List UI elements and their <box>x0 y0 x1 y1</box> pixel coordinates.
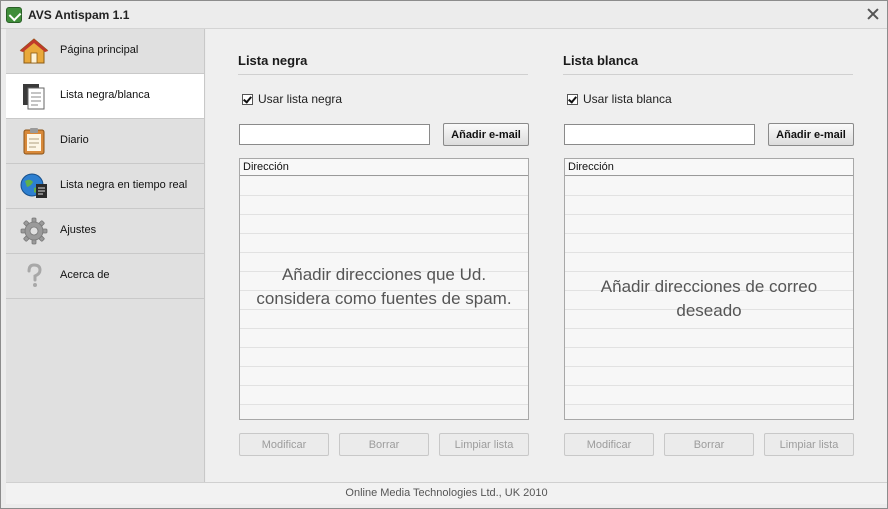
whitelist-empty-hint: Añadir direcciones de correo deseado <box>600 277 818 320</box>
sidebar-item-label: Página principal <box>60 44 139 56</box>
clipboard-icon <box>23 128 45 155</box>
table-row <box>240 367 528 386</box>
whitelist-table[interactable]: Dirección Añadir direcciones de correo d… <box>564 158 854 420</box>
footer-copyright: Online Media Technologies Ltd., UK 2010 <box>345 487 548 499</box>
table-row <box>240 177 528 196</box>
gear-icon <box>20 217 48 245</box>
blacklist-title: Lista negra <box>238 53 308 68</box>
table-row <box>240 196 528 215</box>
sidebar-item-settings[interactable]: Ajustes <box>6 209 204 254</box>
whitelist-title: Lista blanca <box>563 53 639 68</box>
home-icon <box>19 38 49 64</box>
table-row <box>240 310 528 329</box>
table-row <box>240 215 528 234</box>
whitelist-delete-button[interactable]: Borrar <box>664 433 754 456</box>
whitelist-clear-button[interactable]: Limpiar lista <box>764 433 854 456</box>
whitelist-divider <box>563 74 853 75</box>
table-row <box>565 348 853 367</box>
use-whitelist-label: Usar lista blanca <box>583 92 672 106</box>
table-row <box>565 215 853 234</box>
table-row <box>565 329 853 348</box>
table-row <box>565 253 853 272</box>
blacklist-divider <box>238 74 528 75</box>
main-content: Lista negra Usar lista negra Añadir e-ma… <box>206 29 887 482</box>
document-list-icon <box>23 84 45 110</box>
question-mark-icon <box>27 263 42 287</box>
table-row <box>240 386 528 405</box>
use-blacklist-checkbox[interactable] <box>242 94 253 105</box>
sidebar-item-blacklist-whitelist[interactable]: Lista negra/blanca <box>6 74 204 119</box>
use-blacklist-label: Usar lista negra <box>258 92 343 106</box>
use-whitelist-checkbox[interactable] <box>567 94 578 105</box>
blacklist-clear-button[interactable]: Limpiar lista <box>439 433 529 456</box>
table-row <box>565 234 853 253</box>
table-row <box>565 177 853 196</box>
table-row <box>565 386 853 405</box>
table-row <box>240 329 528 348</box>
blacklist-table[interactable]: Dirección Añadir direcciones que Ud. con… <box>239 158 529 420</box>
table-row <box>240 348 528 367</box>
whitelist-add-email-button[interactable]: Añadir e-mail <box>768 123 854 146</box>
whitelist-modify-button[interactable]: Modificar <box>564 433 654 456</box>
sidebar: Página principal Lista negra/blanca Diar… <box>6 29 205 482</box>
sidebar-item-label: Lista negra/blanca <box>60 89 150 101</box>
sidebar-item-home[interactable]: Página principal <box>6 29 204 74</box>
sidebar-item-label: Lista negra en tiempo real <box>60 179 188 191</box>
sidebar-item-realtime-blacklist[interactable]: Lista negra en tiempo real <box>6 164 204 209</box>
whitelist-column-header[interactable]: Dirección <box>565 159 853 176</box>
whitelist-email-input[interactable] <box>564 124 755 145</box>
blacklist-add-email-button[interactable]: Añadir e-mail <box>443 123 529 146</box>
app-logo-icon <box>6 7 22 23</box>
blacklist-delete-button[interactable]: Borrar <box>339 433 429 456</box>
table-row <box>240 234 528 253</box>
sidebar-item-journal[interactable]: Diario <box>6 119 204 164</box>
table-row <box>565 196 853 215</box>
window-title: AVS Antispam 1.1 <box>28 8 130 22</box>
status-footer: Online Media Technologies Ltd., UK 2010 <box>6 482 887 504</box>
globe-document-icon <box>20 173 47 198</box>
close-icon[interactable] <box>865 6 881 22</box>
sidebar-item-about[interactable]: Acerca de <box>6 254 204 299</box>
table-row <box>565 367 853 386</box>
sidebar-item-label: Ajustes <box>60 224 97 236</box>
app-window: AVS Antispam 1.1 Página principal Lista … <box>0 0 888 509</box>
blacklist-modify-button[interactable]: Modificar <box>239 433 329 456</box>
blacklist-column-header[interactable]: Dirección <box>240 159 528 176</box>
sidebar-item-label: Acerca de <box>60 269 110 281</box>
blacklist-empty-hint: Añadir direcciones que Ud. considera com… <box>256 265 512 308</box>
title-bar: AVS Antispam 1.1 <box>1 1 887 29</box>
blacklist-email-input[interactable] <box>239 124 430 145</box>
sidebar-item-label: Diario <box>60 134 89 146</box>
